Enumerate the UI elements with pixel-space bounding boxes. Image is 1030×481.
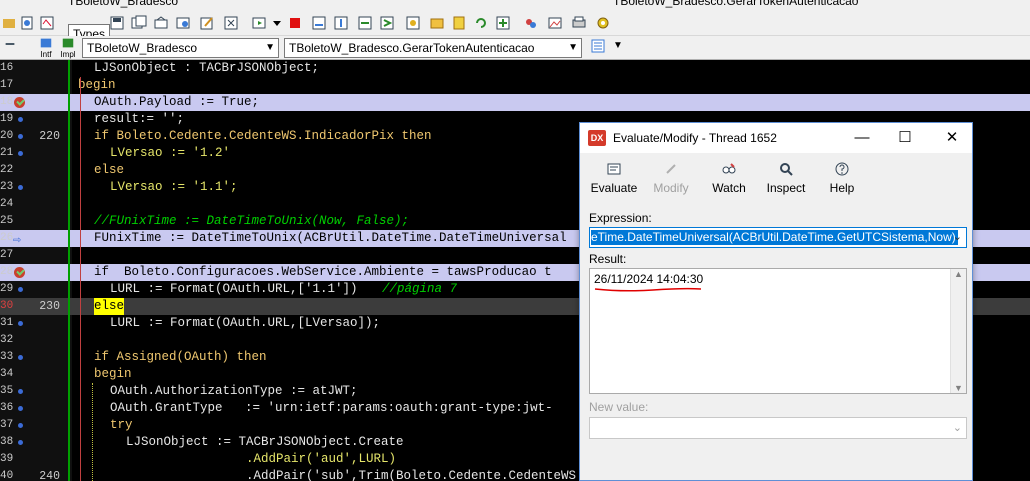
breakable-line-icon[interactable] [18, 389, 23, 394]
scroll-down-icon[interactable]: ▼ [954, 383, 963, 393]
image-icon[interactable] [546, 14, 564, 32]
breakable-line-icon[interactable] [18, 355, 23, 360]
breakable-line-icon[interactable] [18, 134, 23, 139]
run-icon[interactable] [250, 14, 268, 32]
trace-to-line-icon[interactable] [356, 14, 374, 32]
toggle-form-unit-icon[interactable] [222, 14, 240, 32]
expression-text: eTime.DateTimeUniversal(ACBrUtil.DateTim… [591, 230, 958, 245]
main-toolbar: Types [0, 10, 1030, 44]
run-to-cursor-icon[interactable] [378, 14, 396, 32]
minimize-icon[interactable]: — [850, 127, 874, 149]
inspect-button[interactable]: Inspect [758, 161, 814, 201]
red-underline-annotation [594, 287, 702, 292]
result-value: 26/11/2024 14:04:30 [594, 272, 704, 286]
watch-glasses-icon [701, 161, 757, 181]
tab-unit[interactable]: TBoletoW_Bradesco [68, 0, 178, 8]
block-guide [92, 383, 93, 481]
notes-icon[interactable] [450, 14, 468, 32]
chevron-down-icon[interactable]: ⌄ [953, 421, 962, 434]
chevron-down-icon: ▼ [568, 42, 578, 53]
result-box[interactable]: 26/11/2024 14:04:30 ▲ ▼ [589, 268, 967, 394]
help-icon [814, 161, 870, 181]
modify-button[interactable]: Modify [643, 161, 699, 201]
tab-method[interactable]: TBoletoW_Bradesco.GerarTokenAutenticacao [613, 0, 858, 8]
breakable-line-icon[interactable] [18, 406, 23, 411]
breakpoint-icon[interactable] [14, 97, 25, 108]
breakable-line-icon[interactable] [18, 117, 23, 122]
expression-label: Expression: [589, 211, 652, 225]
edit-icon[interactable] [198, 14, 216, 32]
open-icon[interactable] [0, 14, 18, 32]
new-value-label: New value: [589, 400, 649, 414]
palette-icon[interactable] [522, 14, 540, 32]
nav-icon[interactable] [0, 37, 20, 59]
navigation-toolbar: Intf Impl TBoletoW_Bradesco ▼ TBoletoW_B… [0, 36, 1030, 60]
result-label: Result: [589, 252, 627, 266]
evaluate-button[interactable]: Evaluate [586, 161, 642, 201]
breakable-line-icon[interactable] [18, 287, 23, 292]
run-dropdown-icon[interactable] [268, 14, 286, 32]
refresh-icon[interactable] [472, 14, 490, 32]
evaluate-icon [586, 161, 642, 181]
save-all-icon[interactable] [130, 14, 148, 32]
sync-icon[interactable] [494, 14, 512, 32]
dialog-title: Evaluate/Modify - Thread 1652 [613, 131, 777, 145]
breakable-line-icon[interactable] [18, 321, 23, 326]
execution-point-icon: ⇨ [13, 236, 22, 247]
open-project-icon[interactable] [152, 14, 170, 32]
help-button[interactable]: Help [814, 161, 870, 201]
code-line: 17 begin [0, 78, 116, 92]
magnifier-icon [758, 161, 814, 181]
chevron-down-icon: ▼ [265, 42, 275, 53]
dialog-titlebar[interactable]: DX Evaluate/Modify - Thread 1652 — ☐ ✕ [580, 123, 972, 153]
new-form-icon[interactable] [38, 14, 56, 32]
result-scrollbar[interactable]: ▲ ▼ [950, 269, 966, 393]
breakpoint-icon[interactable] [14, 267, 25, 278]
new-unit-icon[interactable] [18, 14, 36, 32]
options-gear-icon[interactable] [594, 14, 612, 32]
editor-tab-strip: TBoletoW_Bradesco TBoletoW_Bradesco.Gera… [0, 0, 1030, 10]
delphi-logo-icon: DX [588, 130, 606, 146]
trace-into-icon[interactable] [332, 14, 350, 32]
expression-input[interactable]: eTime.DateTimeUniversal(ACBrUtil.DateTim… [589, 227, 967, 248]
folder-icon[interactable] [428, 14, 446, 32]
class-selector[interactable]: TBoletoW_Bradesco ▼ [82, 38, 279, 58]
step-over-icon[interactable] [310, 14, 328, 32]
maximize-icon[interactable]: ☐ [893, 127, 917, 149]
change-bar [68, 60, 70, 481]
impl-icon[interactable]: Impl [58, 37, 78, 59]
intf-icon[interactable]: Intf [36, 37, 56, 59]
close-icon[interactable]: ✕ [940, 127, 964, 149]
code-line: 18 OAuth.Payload := True; [0, 94, 1030, 111]
evaluate-modify-dialog: DX Evaluate/Modify - Thread 1652 — ☐ ✕ E… [579, 122, 973, 481]
print-icon[interactable] [570, 14, 588, 32]
reopen-icon[interactable] [174, 14, 192, 32]
method-selector[interactable]: TBoletoW_Bradesco.GerarTokenAutenticacao… [284, 38, 582, 58]
breakable-line-icon[interactable] [18, 440, 23, 445]
new-value-input[interactable]: ⌄ [589, 417, 967, 439]
structure-view-icon[interactable] [588, 38, 608, 60]
scroll-up-icon[interactable]: ▲ [954, 269, 963, 279]
save-icon[interactable] [108, 14, 126, 32]
stop-icon[interactable] [286, 14, 304, 32]
breakable-line-icon[interactable] [18, 185, 23, 190]
breakable-line-icon[interactable] [18, 423, 23, 428]
modify-icon [643, 161, 699, 181]
structure-dropdown-icon[interactable]: ▼ [608, 40, 628, 62]
block-guide [80, 77, 81, 481]
chevron-down-icon[interactable]: ⌄ [953, 230, 962, 243]
breakable-line-icon[interactable] [18, 151, 23, 156]
bookmark-icon[interactable] [404, 14, 422, 32]
watch-button[interactable]: Watch [701, 161, 757, 201]
code-line: 16 LJSonObject : TACBrJSONObject; [0, 61, 320, 75]
